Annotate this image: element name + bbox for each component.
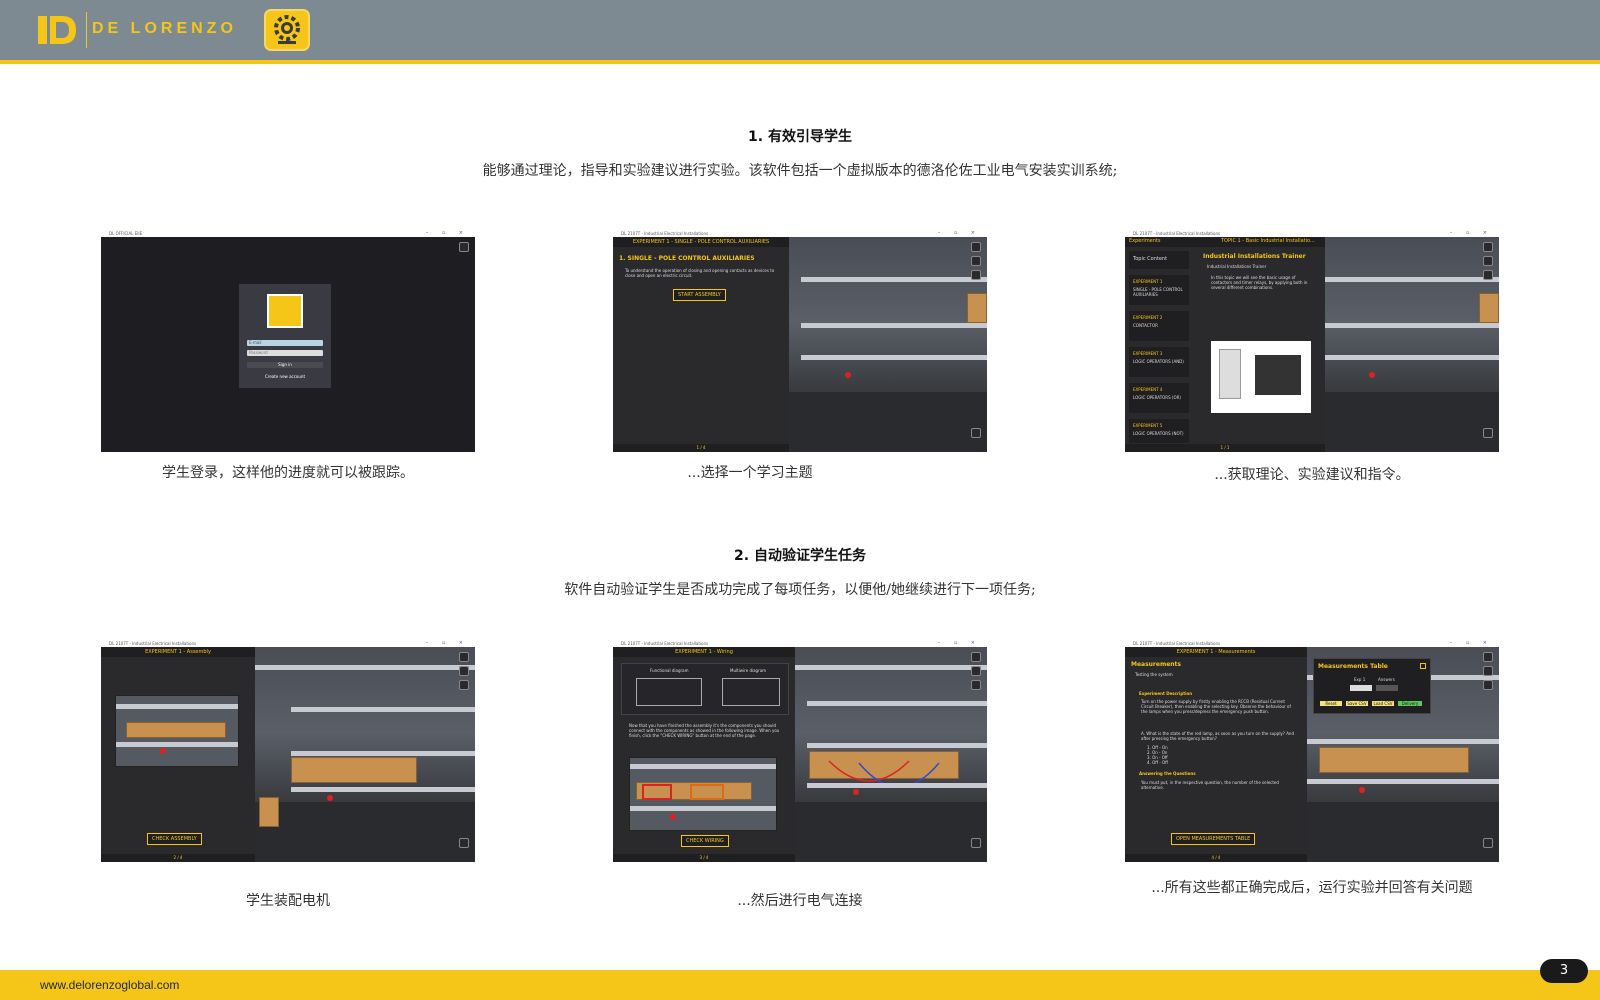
help-icon[interactable] bbox=[971, 270, 981, 280]
page-number: 3 bbox=[1540, 959, 1588, 983]
caption-theory: ...获取理论、实验建议和指令。 bbox=[1214, 467, 1410, 483]
check-wiring-button[interactable]: CHECK WIRING bbox=[681, 835, 729, 847]
chart-icon[interactable] bbox=[459, 666, 469, 676]
screenshot-theory: DL 2107T - Industrial Electrical Install… bbox=[1125, 230, 1499, 452]
answers-input[interactable] bbox=[1376, 685, 1398, 691]
check-assembly-button[interactable]: CHECK ASSEMBLY bbox=[147, 833, 202, 845]
circuit-diagram: Functional diagram Multiwire diagram bbox=[621, 663, 789, 715]
camera-icon[interactable] bbox=[971, 838, 981, 848]
3d-scene[interactable] bbox=[255, 647, 475, 862]
section1-description: 能够通过理论，指导和实验建议进行实验。该软件包括一个虚拟版本的德洛伦佐工业电气安… bbox=[482, 163, 1118, 179]
section2-description: 软件自动验证学生是否成功完成了每项任务，以便他/她继续进行下一项任务; bbox=[564, 582, 1036, 598]
chart-icon[interactable] bbox=[971, 256, 981, 266]
header-accent-stripe bbox=[0, 60, 1600, 64]
chart-icon[interactable] bbox=[1483, 666, 1493, 676]
help-icon[interactable] bbox=[971, 680, 981, 690]
contactor-image bbox=[1211, 341, 1311, 413]
window-titlebar: DL OFFICIAL EIIE – ▫ × bbox=[101, 230, 475, 237]
chart-icon[interactable] bbox=[971, 666, 981, 676]
camera-icon[interactable] bbox=[1483, 428, 1493, 438]
header-bar: DE LORENZO bbox=[0, 0, 1600, 60]
assembly-panel: EXPERIMENT 1 - Assembly CHECK ASSEMBLY 2… bbox=[101, 647, 255, 862]
screenshot-wiring: DL 2107T - Industrial Electrical Install… bbox=[613, 640, 987, 862]
caption-measurements: ...所有这些都正确完成后，运行实验并回答有关问题 bbox=[1151, 880, 1473, 896]
globe-icon[interactable] bbox=[1483, 242, 1493, 252]
caption-assembly: 学生装配电机 bbox=[246, 893, 330, 909]
exp1-input[interactable] bbox=[1350, 685, 1372, 691]
chart-icon[interactable] bbox=[1483, 256, 1493, 266]
wiring-panel: EXPERIMENT 1 - Wiring Functional diagram… bbox=[613, 647, 795, 862]
measurements-panel: EXPERIMENT 1 - Measurements Measurements… bbox=[1125, 647, 1307, 862]
section1-title: 1. 有效引导学生 bbox=[748, 129, 852, 145]
dl-logo-icon bbox=[267, 294, 303, 328]
3d-scene[interactable] bbox=[795, 647, 987, 862]
camera-icon[interactable] bbox=[971, 428, 981, 438]
footer-bar: www.delorenzoglobal.com bbox=[0, 970, 1600, 1000]
screenshot-select-topic: DL 2107T - Industrial Electrical Install… bbox=[613, 230, 987, 452]
instruction-panel: EXPERIMENT 1 - SINGLE - POLE CONTROL AUX… bbox=[613, 237, 789, 452]
3d-scene[interactable] bbox=[789, 237, 987, 452]
save-csv-button[interactable]: Save CSV bbox=[1346, 701, 1368, 706]
start-assembly-button[interactable]: START ASSEMBLY bbox=[673, 289, 726, 301]
help-icon[interactable] bbox=[459, 680, 469, 690]
brand-name: DE LORENZO bbox=[92, 20, 237, 37]
load-csv-button[interactable]: Load CSV bbox=[1372, 701, 1394, 706]
logo-divider bbox=[86, 12, 87, 48]
caption-login: 学生登录，这样他的进度就可以被跟踪。 bbox=[162, 465, 414, 481]
help-icon[interactable] bbox=[1483, 270, 1493, 280]
measurements-table-modal: Measurements Table Exp 1 Answers Reset S… bbox=[1313, 658, 1431, 714]
open-measurements-table-button[interactable]: OPEN MEASUREMENTS TABLE bbox=[1171, 833, 1256, 845]
dl-logo-icon bbox=[38, 16, 76, 44]
3d-scene[interactable] bbox=[1325, 237, 1499, 452]
globe-icon[interactable] bbox=[1483, 652, 1493, 662]
reset-button[interactable]: Reset bbox=[1320, 701, 1342, 706]
section2-title: 2. 自动验证学生任务 bbox=[734, 548, 866, 564]
camera-icon[interactable] bbox=[459, 838, 469, 848]
delivery-button[interactable]: Delivery bbox=[1398, 701, 1422, 706]
gear-monitor-icon bbox=[264, 9, 310, 51]
help-icon[interactable] bbox=[1483, 680, 1493, 690]
globe-icon[interactable] bbox=[459, 242, 469, 252]
globe-icon[interactable] bbox=[971, 242, 981, 252]
footer-url[interactable]: www.delorenzoglobal.com bbox=[40, 978, 179, 992]
screenshot-assembly: DL 2107T - Industrial Electrical Install… bbox=[101, 640, 475, 862]
camera-icon[interactable] bbox=[1483, 838, 1493, 848]
caption-select-topic: ...选择一个学习主题 bbox=[687, 465, 813, 481]
theory-panel: Experiments TOPIC 1 - Basic Industrial I… bbox=[1125, 237, 1325, 452]
screenshot-login: DL OFFICIAL EIIE – ▫ × E-mail Password S… bbox=[101, 230, 475, 452]
globe-icon[interactable] bbox=[971, 652, 981, 662]
globe-icon[interactable] bbox=[459, 652, 469, 662]
close-icon[interactable] bbox=[1420, 663, 1426, 669]
caption-wiring: ...然后进行电气连接 bbox=[737, 893, 863, 909]
login-card: E-mail Password Sign in Create new accou… bbox=[239, 284, 331, 388]
screenshot-measurements: DL 2107T - Industrial Electrical Install… bbox=[1125, 640, 1499, 862]
